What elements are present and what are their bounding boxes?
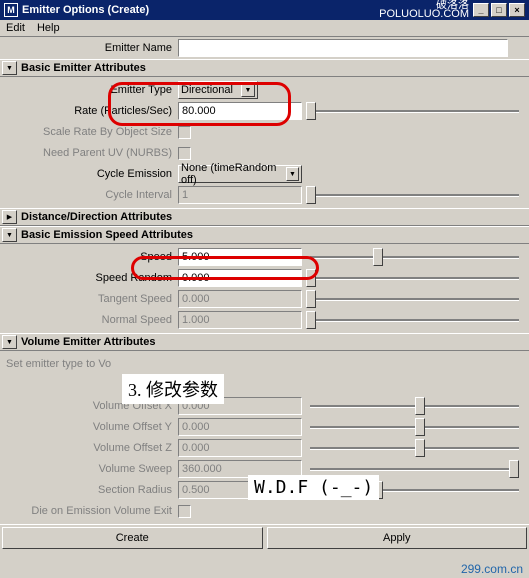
tangent-speed-label: Tangent Speed bbox=[0, 293, 178, 305]
speed-input[interactable]: 5.000 bbox=[178, 248, 302, 266]
normal-speed-slider bbox=[310, 319, 519, 322]
emitter-type-select[interactable]: Directional ▼ bbox=[178, 81, 258, 99]
volume-hint: Set emitter type to Vo bbox=[0, 358, 117, 370]
emitter-type-label: Emitter Type bbox=[0, 84, 178, 96]
cycle-interval-slider bbox=[310, 194, 519, 197]
menu-bar: Edit Help bbox=[0, 20, 529, 37]
create-button[interactable]: Create bbox=[2, 527, 263, 549]
normal-speed-input: 1.000 bbox=[178, 311, 302, 329]
close-button[interactable]: × bbox=[509, 3, 525, 17]
normal-speed-label: Normal Speed bbox=[0, 314, 178, 326]
volume-offset-z-slider bbox=[310, 447, 519, 450]
scale-rate-checkbox bbox=[178, 126, 191, 139]
section-distance-direction[interactable]: ▶ Distance/Direction Attributes bbox=[0, 208, 529, 226]
emitter-name-input[interactable] bbox=[178, 39, 508, 57]
section-basic-emitter[interactable]: ▼ Basic Emitter Attributes bbox=[0, 59, 529, 77]
watermark: 破洛洛 POLUOLUO.COM bbox=[379, 1, 469, 19]
cycle-emission-label: Cycle Emission bbox=[0, 168, 178, 180]
section-volume-emitter[interactable]: ▼ Volume Emitter Attributes bbox=[0, 333, 529, 351]
minimize-button[interactable]: _ bbox=[473, 3, 489, 17]
expand-icon: ▶ bbox=[2, 210, 17, 224]
volume-sweep-label: Volume Sweep bbox=[0, 463, 178, 475]
scale-rate-label: Scale Rate By Object Size bbox=[0, 126, 178, 138]
die-on-exit-label: Die on Emission Volume Exit bbox=[0, 505, 178, 517]
rate-label: Rate (Particles/Sec) bbox=[0, 105, 178, 117]
apply-button[interactable]: Apply bbox=[267, 527, 528, 549]
volume-offset-y-label: Volume Offset Y bbox=[0, 421, 178, 433]
menu-help[interactable]: Help bbox=[37, 22, 60, 34]
footer-watermark: 299.com.cn bbox=[461, 562, 523, 576]
tangent-speed-input: 0.000 bbox=[178, 290, 302, 308]
volume-offset-x-slider bbox=[310, 405, 519, 408]
title-bar: M Emitter Options (Create) 破洛洛 POLUOLUO.… bbox=[0, 0, 529, 20]
volume-offset-y-input: 0.000 bbox=[178, 418, 302, 436]
chevron-down-icon: ▼ bbox=[241, 83, 255, 97]
speed-label: Speed bbox=[0, 251, 178, 263]
speed-random-input[interactable]: 0.000 bbox=[178, 269, 302, 287]
speed-random-slider[interactable] bbox=[310, 277, 519, 280]
annotation-signature: W.D.F (-_-) bbox=[248, 475, 379, 500]
tangent-speed-slider bbox=[310, 298, 519, 301]
maximize-button[interactable]: □ bbox=[491, 3, 507, 17]
die-on-exit-checkbox bbox=[178, 505, 191, 518]
annotation-step: 3. 修改参数 bbox=[122, 374, 224, 404]
cycle-interval-input: 1 bbox=[178, 186, 302, 204]
volume-sweep-slider bbox=[310, 468, 519, 471]
collapse-icon: ▼ bbox=[2, 61, 17, 75]
menu-edit[interactable]: Edit bbox=[6, 22, 25, 34]
rate-input[interactable]: 80.000 bbox=[178, 102, 302, 120]
collapse-icon: ▼ bbox=[2, 335, 17, 349]
cycle-emission-select[interactable]: None (timeRandom off) ▼ bbox=[178, 165, 302, 183]
speed-slider[interactable] bbox=[310, 256, 519, 259]
need-parent-uv-checkbox bbox=[178, 147, 191, 160]
cycle-interval-label: Cycle Interval bbox=[0, 189, 178, 201]
window-title: Emitter Options (Create) bbox=[22, 4, 149, 16]
chevron-down-icon: ▼ bbox=[286, 167, 299, 181]
rate-slider[interactable] bbox=[310, 110, 519, 113]
volume-offset-y-slider bbox=[310, 426, 519, 429]
need-parent-uv-label: Need Parent UV (NURBS) bbox=[0, 147, 178, 159]
collapse-icon: ▼ bbox=[2, 228, 17, 242]
section-radius-label: Section Radius bbox=[0, 484, 178, 496]
emitter-name-label: Emitter Name bbox=[0, 42, 178, 54]
volume-offset-z-label: Volume Offset Z bbox=[0, 442, 178, 454]
app-icon: M bbox=[4, 3, 18, 17]
section-emission-speed[interactable]: ▼ Basic Emission Speed Attributes bbox=[0, 226, 529, 244]
volume-offset-z-input: 0.000 bbox=[178, 439, 302, 457]
speed-random-label: Speed Random bbox=[0, 272, 178, 284]
